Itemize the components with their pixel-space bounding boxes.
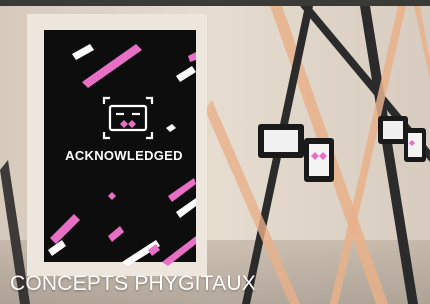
image-caption: CONCEPTS PHYGITAUX bbox=[10, 272, 256, 295]
poster-brand-text: ACKNOWLEDGED bbox=[65, 148, 183, 163]
photo-scene: ACKNOWLEDGED CONCEPTS PHYGITAUX bbox=[0, 0, 430, 304]
